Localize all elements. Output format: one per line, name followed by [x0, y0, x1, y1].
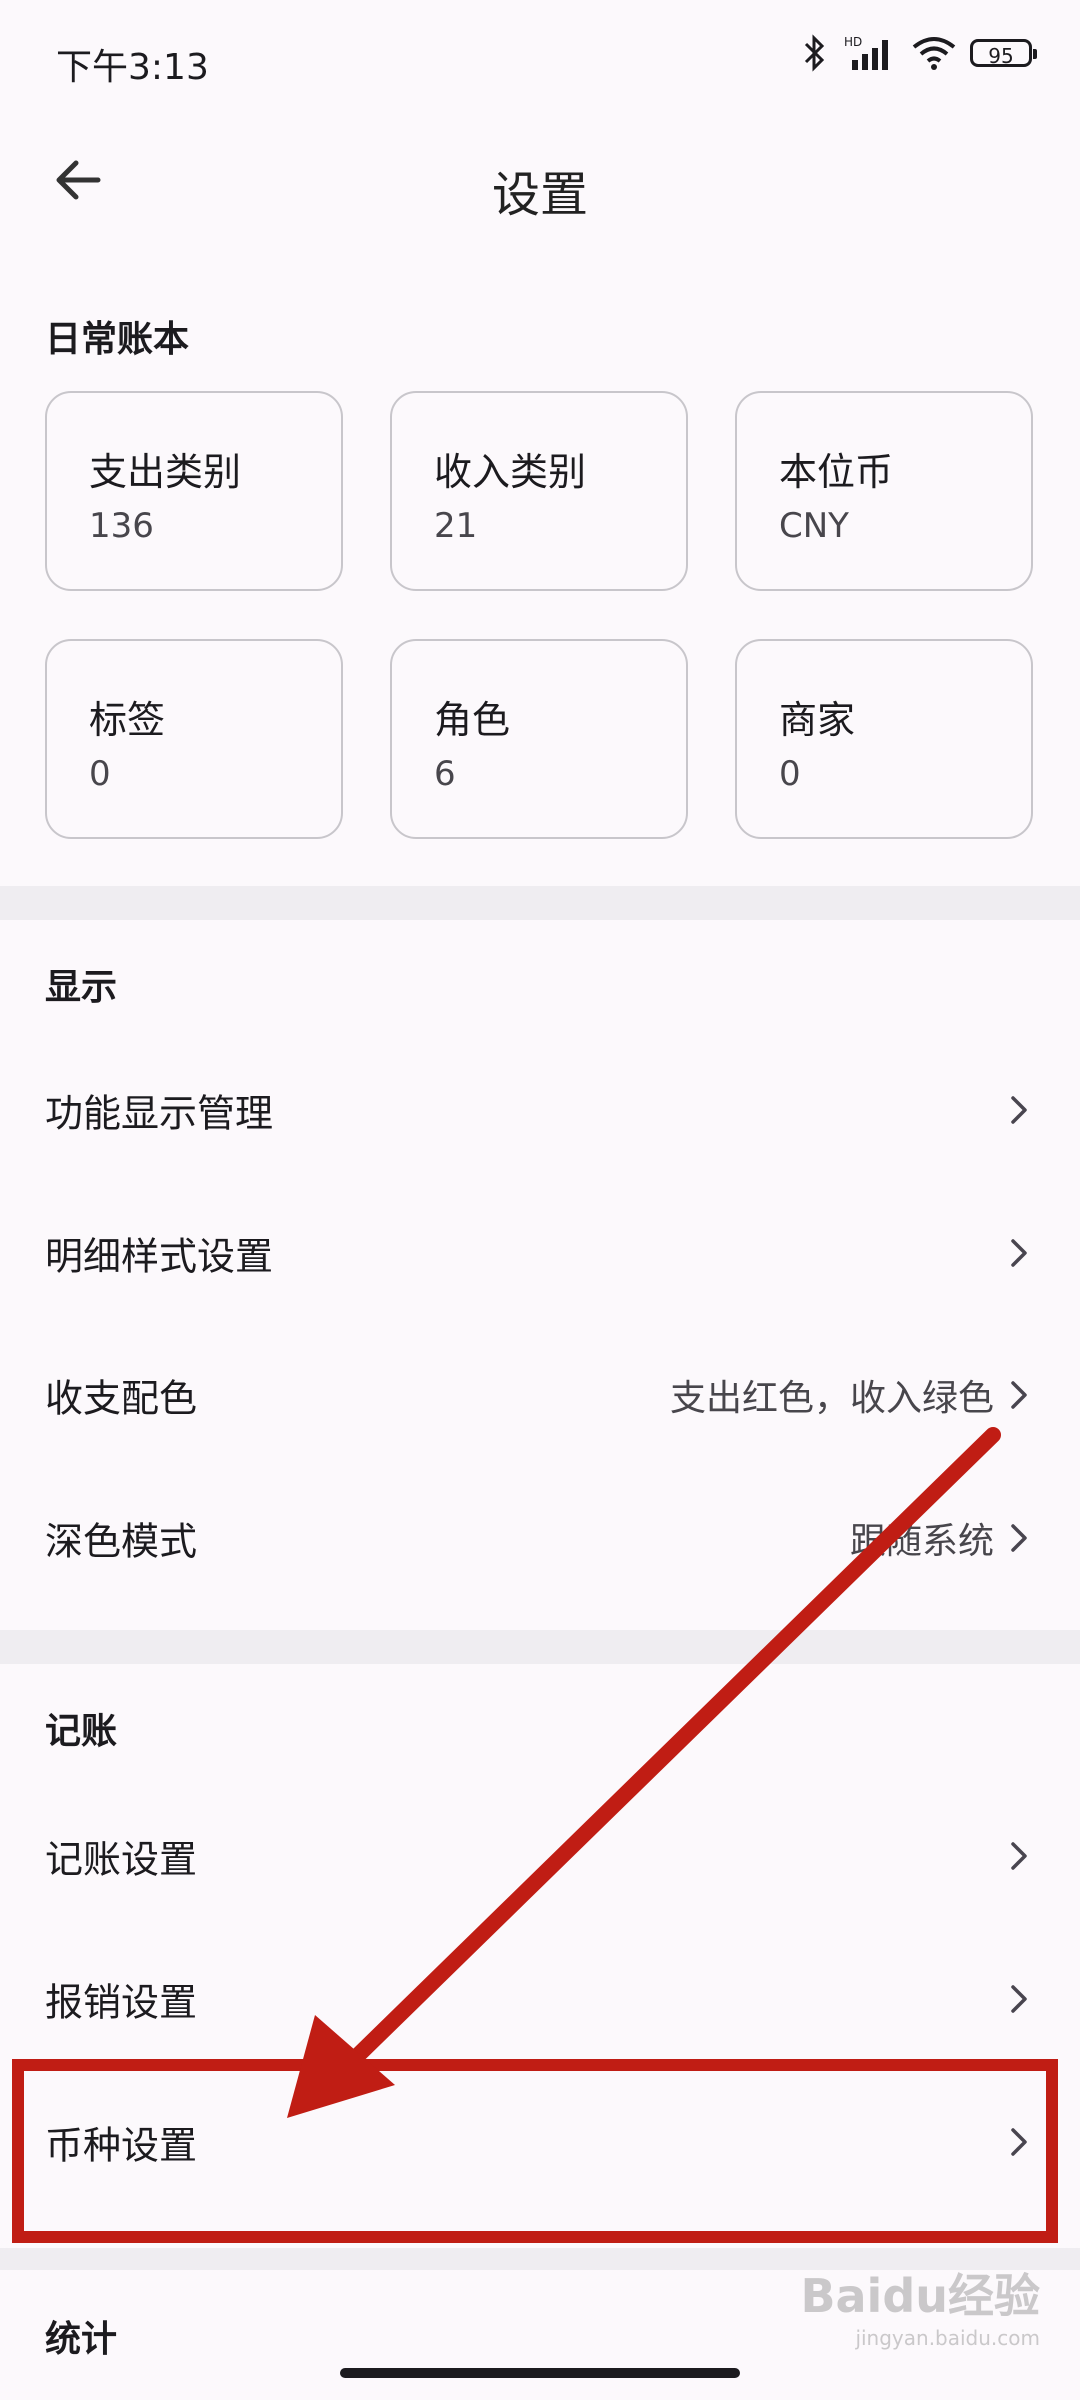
chevron-right-icon: [1011, 1239, 1027, 1267]
row-label: 深色模式: [45, 1519, 198, 1564]
row-value: 跟随系统: [849, 1521, 994, 1562]
wifi-icon: [912, 37, 956, 70]
card-value: 21: [434, 506, 478, 546]
card-label: 收入类别: [434, 450, 587, 494]
chevron-right-icon: [1011, 1524, 1027, 1552]
card-value: 6: [434, 754, 456, 794]
card-value: 0: [89, 754, 111, 794]
section-divider: [0, 1630, 1080, 1664]
section-title-stats: 统计: [45, 2319, 118, 2360]
signal-icon: HD: [844, 35, 888, 70]
page-title: 设置: [491, 167, 588, 223]
card-expense-categories[interactable]: 支出类别 136: [45, 391, 343, 591]
card-value: CNY: [779, 506, 849, 546]
row-detail-style[interactable]: 明细样式设置: [0, 1182, 1080, 1324]
annotation-highlight-box: [12, 2059, 1058, 2243]
battery-icon: 95: [970, 39, 1037, 68]
watermark-subtext: jingyan.baidu.com: [855, 2326, 1040, 2350]
card-label: 角色: [434, 698, 511, 742]
card-tags[interactable]: 标签 0: [45, 639, 343, 839]
row-color-scheme[interactable]: 收支配色 支出红色，收入绿色: [0, 1324, 1080, 1466]
status-time: 下午3:13: [56, 47, 209, 88]
row-label: 收支配色: [45, 1376, 198, 1421]
home-indicator[interactable]: [340, 2368, 740, 2378]
card-label: 本位币: [779, 450, 894, 494]
chevron-right-icon: [1011, 1985, 1027, 2013]
watermark-logo: Baidu经验 jingyan.baidu.com: [800, 2260, 1040, 2350]
section-title-display: 显示: [45, 967, 118, 1008]
row-accounting-settings[interactable]: 记账设置: [0, 1785, 1080, 1927]
chevron-right-icon: [1011, 1381, 1027, 1409]
row-dark-mode[interactable]: 深色模式 跟随系统: [0, 1467, 1080, 1609]
row-value: 支出红色，收入绿色: [669, 1378, 994, 1419]
card-label: 支出类别: [89, 450, 242, 494]
section-title-ledger: 日常账本: [45, 319, 190, 360]
card-label: 标签: [89, 698, 166, 742]
card-value: 0: [779, 754, 801, 794]
watermark-text: Baidu经验: [800, 2269, 1040, 2323]
section-title-accounting: 记账: [45, 1711, 118, 1752]
section-divider: [0, 886, 1080, 920]
card-label: 商家: [779, 698, 856, 742]
card-value: 136: [89, 506, 154, 546]
row-label: 明细样式设置: [45, 1234, 274, 1279]
row-label: 记账设置: [45, 1837, 198, 1882]
chevron-right-icon: [1011, 1096, 1027, 1124]
row-label: 功能显示管理: [45, 1091, 274, 1136]
card-income-categories[interactable]: 收入类别 21: [390, 391, 688, 591]
row-feature-display[interactable]: 功能显示管理: [0, 1039, 1080, 1181]
card-roles[interactable]: 角色 6: [390, 639, 688, 839]
chevron-right-icon: [1011, 1842, 1027, 1870]
card-base-currency[interactable]: 本位币 CNY: [735, 391, 1033, 591]
row-label: 报销设置: [45, 1980, 198, 2025]
status-bar: 下午3:13 HD 95: [0, 0, 1080, 125]
card-merchants[interactable]: 商家 0: [735, 639, 1033, 839]
battery-level: 95: [988, 44, 1014, 68]
bluetooth-icon: [804, 34, 825, 72]
status-icons: HD 95: [802, 34, 1037, 72]
row-reimbursement-settings[interactable]: 报销设置: [0, 1928, 1080, 2070]
svg-text:HD: HD: [844, 35, 862, 49]
